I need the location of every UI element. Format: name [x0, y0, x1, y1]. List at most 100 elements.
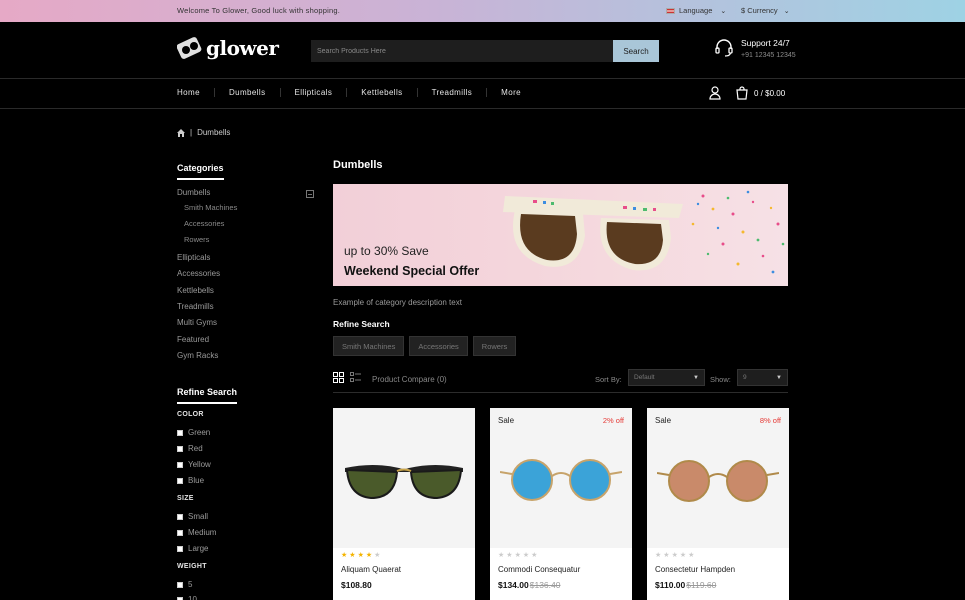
currency-selector[interactable]: $ Currency ⌄ [741, 6, 790, 15]
collapse-toggle[interactable] [306, 190, 314, 198]
top-bar: Welcome To Glower, Good luck with shoppi… [0, 0, 965, 22]
category-accessories[interactable]: Accessories [177, 269, 220, 278]
search-input[interactable] [311, 40, 613, 62]
filter-option[interactable]: Green [177, 428, 210, 437]
product-compare-link[interactable]: Product Compare (0) [372, 375, 447, 384]
star-icon: ★ [349, 552, 358, 559]
rating-stars: ★★★★★ [498, 551, 539, 559]
page-title: Dumbells [333, 159, 383, 171]
checkbox[interactable] [177, 429, 183, 436]
language-selector[interactable]: Language ⌄ [666, 6, 726, 15]
category-treadmills[interactable]: Treadmills [177, 302, 214, 311]
product-image[interactable] [647, 408, 789, 548]
chevron-down-icon: ⌄ [783, 8, 790, 15]
filter-option[interactable]: Large [177, 544, 208, 553]
category-gym-racks[interactable]: Gym Racks [177, 351, 218, 360]
price-current: $108.80 [341, 580, 372, 590]
nav-item-ellipticals[interactable]: Ellipticals [279, 88, 347, 97]
sale-badge: Sale [655, 416, 672, 425]
checkbox[interactable] [177, 529, 183, 536]
nav-item-more[interactable]: More [486, 88, 535, 97]
product-card[interactable]: Sale 8% off ★★★★★ Consectetur Hampden $1… [647, 408, 789, 600]
refine-tag[interactable]: Accessories [409, 336, 468, 356]
checkbox[interactable] [177, 513, 183, 520]
search-button[interactable]: Search [613, 40, 659, 62]
categories-heading-wrap: Categories [177, 163, 224, 180]
sort-select[interactable]: Default ▼ [628, 369, 705, 386]
checkbox[interactable] [177, 581, 183, 588]
cart-total: 0 / $0.00 [754, 88, 786, 98]
flag-icon [666, 7, 675, 14]
category-kettlebells[interactable]: Kettlebells [177, 286, 214, 295]
filter-option[interactable]: Blue [177, 476, 204, 485]
nav-item-kettlebells[interactable]: Kettlebells [346, 88, 416, 97]
star-icon: ★ [688, 552, 697, 559]
category-banner[interactable]: up to 30% Save Weekend Special Offer [333, 184, 788, 286]
refine-tag[interactable]: Rowers [472, 336, 517, 356]
product-name[interactable]: Aliquam Quaerat [341, 565, 401, 574]
filter-weight-heading: WEIGHT [177, 563, 207, 570]
nav-item-treadmills[interactable]: Treadmills [416, 88, 487, 97]
category-ellipticals[interactable]: Ellipticals [177, 253, 210, 262]
breadcrumb-current[interactable]: Dumbells [197, 128, 230, 137]
welcome-text: Welcome To Glower, Good luck with shoppi… [177, 6, 340, 15]
checkbox[interactable] [177, 445, 183, 452]
category-featured[interactable]: Featured [177, 335, 209, 344]
discount-badge: 8% off [759, 416, 781, 425]
list-view-icon[interactable] [350, 372, 361, 383]
sunglasses-image [657, 460, 779, 502]
grid-view-icon[interactable] [333, 372, 344, 383]
product-card[interactable]: Sale 2% off ★★★★★ Commodi Consequatur $1… [490, 408, 632, 600]
category-description: Example of category description text [333, 298, 462, 307]
filter-option-label: Blue [188, 476, 205, 485]
filter-option-label: 5 [188, 580, 193, 589]
headset-icon [715, 39, 733, 57]
sort-label: Sort By: [595, 375, 622, 384]
product-price: $134.00$136.40 [498, 580, 560, 590]
home-icon[interactable] [177, 128, 185, 137]
product-name[interactable]: Consectetur Hampden [655, 565, 735, 574]
banner-line-1: up to 30% Save [344, 244, 429, 258]
star-icon: ★ [506, 552, 515, 559]
checkbox[interactable] [177, 461, 183, 468]
checkbox[interactable] [177, 596, 183, 600]
cart-button[interactable]: 0 / $0.00 [736, 86, 785, 100]
filter-option[interactable]: 10 [177, 595, 197, 600]
filter-option[interactable]: Red [177, 444, 203, 453]
breadcrumb-separator: | [190, 128, 193, 137]
logo[interactable]: glower [177, 36, 279, 60]
product-name[interactable]: Commodi Consequatur [498, 565, 580, 574]
nav-item-home[interactable]: Home [177, 88, 214, 97]
filter-option[interactable]: 5 [177, 580, 192, 589]
nav-item-dumbells[interactable]: Dumbells [213, 88, 280, 97]
search-bar: Search [311, 40, 659, 62]
filter-option-label: Yellow [188, 460, 211, 469]
price-current: $110.00 [655, 580, 686, 590]
filter-option[interactable]: Medium [177, 528, 216, 537]
filter-option[interactable]: Yellow [177, 460, 211, 469]
product-price: $110.00$119.60 [655, 580, 716, 590]
account-button[interactable] [709, 86, 721, 102]
filter-option-label: 10 [188, 595, 197, 600]
subcategory-smith-machines[interactable]: Smith Machines [184, 203, 237, 212]
subcategory-accessories[interactable]: Accessories [184, 219, 224, 228]
show-value: 9 [743, 374, 747, 381]
show-select[interactable]: 9 ▼ [737, 369, 788, 386]
filter-option-label: Small [188, 512, 209, 521]
category-multi-gyms[interactable]: Multi Gyms [177, 318, 217, 327]
product-image[interactable] [490, 408, 632, 548]
user-icon [709, 86, 721, 100]
filter-option[interactable]: Small [177, 512, 208, 521]
subcategory-rowers[interactable]: Rowers [184, 235, 209, 244]
product-image[interactable] [333, 408, 475, 548]
sidebar-refine-heading: Refine Search [177, 387, 238, 404]
category-dumbells[interactable]: Dumbells [177, 188, 210, 197]
checkbox[interactable] [177, 477, 183, 484]
shopping-bag-icon [736, 86, 748, 100]
price-old: $119.60 [686, 580, 717, 590]
checkbox[interactable] [177, 545, 183, 552]
filter-option-label: Red [188, 444, 203, 453]
product-card[interactable]: ★★★★★ Aliquam Quaerat $108.80 [333, 408, 475, 600]
support-info: Support 24/7 +91 12345 12345 [714, 38, 796, 59]
refine-tag[interactable]: Smith Machines [333, 336, 405, 356]
